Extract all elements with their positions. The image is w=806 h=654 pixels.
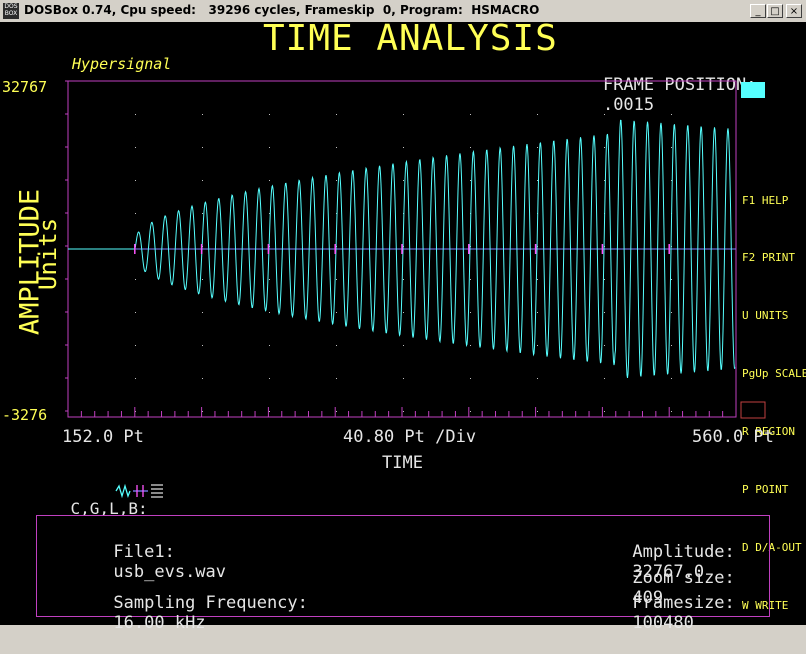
framesize-line: Framesize: 100480 [571,573,735,653]
minimize-button[interactable]: _ [750,4,766,18]
waveform-mode-icon[interactable] [115,483,131,499]
maximize-button[interactable]: □ [767,4,783,18]
dos-screen: TIME ANALYSIS Hypersignal FRAME POSITION… [0,18,806,633]
x-axis-ticks [67,407,737,417]
file-label: File1: [113,542,175,562]
menu-p-point[interactable]: P POINT [742,480,806,499]
framesize-label: Framesize: [632,593,735,613]
plot-grid-dots [135,114,672,412]
x-end-label: 560.0 Pt [692,427,774,447]
x-division-label: 40.80 Pt /Div [343,427,477,447]
sampling-frequency-line: Sampling Frequency: 16.00 kHz [52,573,308,653]
file-info-panel: File1: usb_evs.wav Sampling Frequency: 1… [36,515,770,633]
menu-f2-print[interactable]: F2 PRINT [742,248,806,267]
x-start-label: 152.0 Pt [62,427,144,447]
dosbox-app-icon[interactable]: DOS BOX [3,3,19,19]
lines-mode-icon[interactable] [151,484,163,498]
menu-f1-help[interactable]: F1 HELP [742,191,806,210]
framesize-value: 100480 [632,613,694,633]
sampling-value: 16.00 kHz [113,613,206,633]
x-axis-label: TIME [382,453,423,473]
color-indicator-top [741,82,765,98]
grid-mode-icon[interactable] [133,485,148,497]
display-mode-icons [115,483,163,499]
window-title: DOSBox 0.74, Cpu speed: 39296 cycles, Fr… [24,3,540,17]
sampling-label: Sampling Frequency: [113,593,308,613]
menu-pgup-scale[interactable]: PgUp SCALE [742,364,806,383]
close-button[interactable]: × [786,4,802,18]
menu-u-units[interactable]: U UNITS [742,306,806,325]
